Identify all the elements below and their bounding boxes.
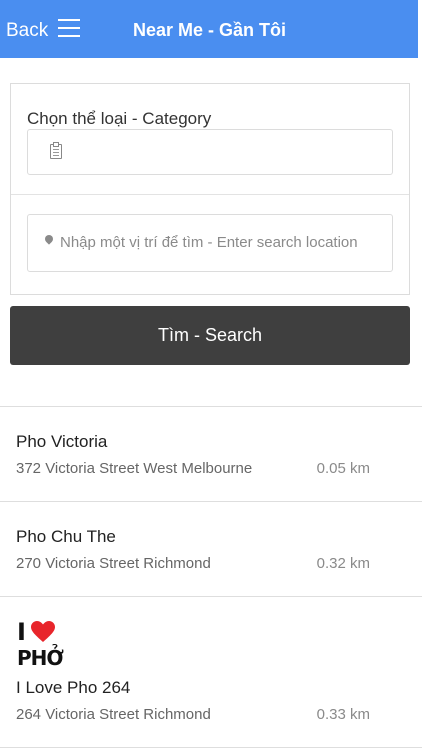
map-pin-icon	[43, 233, 55, 245]
list-divider	[0, 406, 422, 407]
search-button[interactable]: Tìm - Search	[10, 306, 410, 365]
place-name: I Love Pho 264	[16, 678, 131, 697]
category-select[interactable]	[27, 129, 393, 175]
heart-icon	[31, 621, 55, 642]
place-name: Pho Chu The	[16, 527, 116, 546]
card-divider	[11, 194, 409, 195]
list-divider	[0, 596, 422, 597]
place-address: 264 Victoria Street Richmond	[16, 706, 211, 723]
restaurant-logo: I PHỞ	[17, 618, 64, 670]
place-address: 270 Victoria Street Richmond	[16, 555, 211, 572]
location-input[interactable]: Nhập một vị trí để tìm - Enter search lo…	[27, 214, 393, 272]
location-placeholder: Nhập một vị trí để tìm - Enter search lo…	[60, 234, 358, 251]
place-name: Pho Victoria	[16, 432, 108, 451]
place-distance: 0.33 km	[316, 706, 370, 723]
place-address: 372 Victoria Street West Melbourne	[16, 460, 253, 477]
place-distance: 0.05 km	[316, 460, 370, 477]
list-divider	[0, 501, 422, 502]
page-title: Near Me - Gần Tôi	[132, 20, 287, 40]
category-label: Chọn thể loại - Category	[27, 109, 212, 128]
top-navigation-bar: Back Near Me - Gần Tôi	[0, 0, 418, 58]
search-filter-card: Chọn thể loại - Category Nhập một vị trí…	[10, 83, 410, 295]
clipboard-icon	[50, 142, 62, 159]
list-divider	[0, 747, 422, 748]
place-distance: 0.32 km	[316, 555, 370, 572]
